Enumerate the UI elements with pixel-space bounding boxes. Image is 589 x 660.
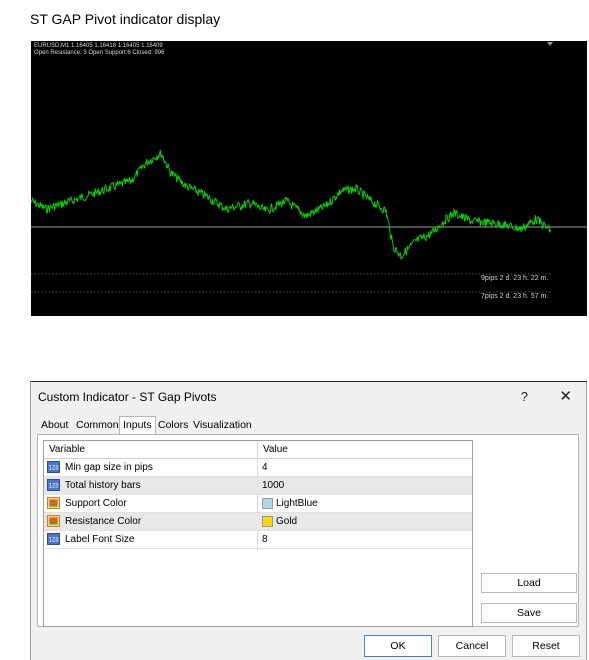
svg-text:123: 123 <box>48 538 59 544</box>
chart-info-symbol: EURUSD,M1 1.16405 1.16418 1.16405 1.1640… <box>34 43 163 49</box>
close-button[interactable]: ✕ <box>559 387 572 405</box>
cancel-button[interactable]: Cancel <box>438 635 506 657</box>
variable-label: Label Font Size <box>65 534 135 545</box>
inputs-grid: Variable Value 123 Min gap size in pips … <box>43 440 473 627</box>
variable-label: Resistance Color <box>65 516 142 527</box>
input-row-resistance-color[interactable]: Resistance Color Gold <box>44 513 472 531</box>
variable-label: Total history bars <box>65 480 141 491</box>
color-icon <box>47 515 60 527</box>
header-variable[interactable]: Variable <box>49 444 85 455</box>
value-field[interactable]: 1000 <box>262 480 284 491</box>
tab-colors[interactable]: Colors <box>158 419 188 431</box>
chart-shift-arrow-icon[interactable] <box>547 42 553 46</box>
value-field[interactable]: LightBlue <box>276 498 318 509</box>
grid-header: Variable Value <box>44 441 472 459</box>
variable-label: Support Color <box>65 498 127 509</box>
load-button[interactable]: Load <box>481 573 577 593</box>
reset-button[interactable]: Reset <box>512 635 580 657</box>
tab-common[interactable]: Common <box>76 419 119 431</box>
gap-label-1: 9pips 2 d. 23 h. 22 m. <box>481 275 549 282</box>
help-button[interactable]: ? <box>521 389 528 404</box>
tab-about[interactable]: About <box>41 419 68 431</box>
numeric-icon: 123 <box>47 479 60 491</box>
svg-text:123: 123 <box>48 466 59 472</box>
save-button[interactable]: Save <box>481 603 577 623</box>
value-field[interactable]: 8 <box>262 534 268 545</box>
header-value[interactable]: Value <box>263 444 288 455</box>
gap-label-2: 7pips 2 d. 23 h. 57 m. <box>481 293 549 300</box>
custom-indicator-dialog: Custom Indicator - ST Gap Pivots ? ✕ Abo… <box>30 381 587 660</box>
page-heading: ST GAP Pivot indicator display <box>30 11 221 27</box>
variable-label: Min gap size in pips <box>65 462 153 473</box>
dialog-title: Custom Indicator - ST Gap Pivots <box>38 390 217 404</box>
numeric-icon: 123 <box>47 461 60 473</box>
support-color-swatch[interactable] <box>262 498 273 509</box>
input-row-label-font-size[interactable]: 123 Label Font Size 8 <box>44 531 472 549</box>
tab-visualization[interactable]: Visualization <box>193 419 252 431</box>
price-chart[interactable]: EURUSD,M1 1.16405 1.16418 1.16405 1.1640… <box>31 41 587 316</box>
input-row-min-gap[interactable]: 123 Min gap size in pips 4 <box>44 459 472 477</box>
input-row-support-color[interactable]: Support Color LightBlue <box>44 495 472 513</box>
price-line <box>31 149 552 261</box>
tab-inputs[interactable]: Inputs <box>119 416 156 434</box>
value-field[interactable]: 4 <box>262 462 268 473</box>
svg-text:123: 123 <box>48 484 59 490</box>
resistance-color-swatch[interactable] <box>262 516 273 527</box>
numeric-icon: 123 <box>47 533 60 545</box>
ok-button[interactable]: OK <box>364 635 432 657</box>
value-field[interactable]: Gold <box>276 516 297 527</box>
inputs-panel: Variable Value 123 Min gap size in pips … <box>37 434 579 627</box>
color-icon <box>47 497 60 509</box>
dialog-titlebar[interactable]: Custom Indicator - ST Gap Pivots ? ✕ <box>31 382 586 412</box>
chart-info-stats: Open Resistance: 3 Open Support:6 Closed… <box>34 50 165 56</box>
input-row-history-bars[interactable]: 123 Total history bars 1000 <box>44 477 472 495</box>
chart-info: EURUSD,M1 1.16405 1.16418 1.16405 1.1640… <box>34 43 164 57</box>
